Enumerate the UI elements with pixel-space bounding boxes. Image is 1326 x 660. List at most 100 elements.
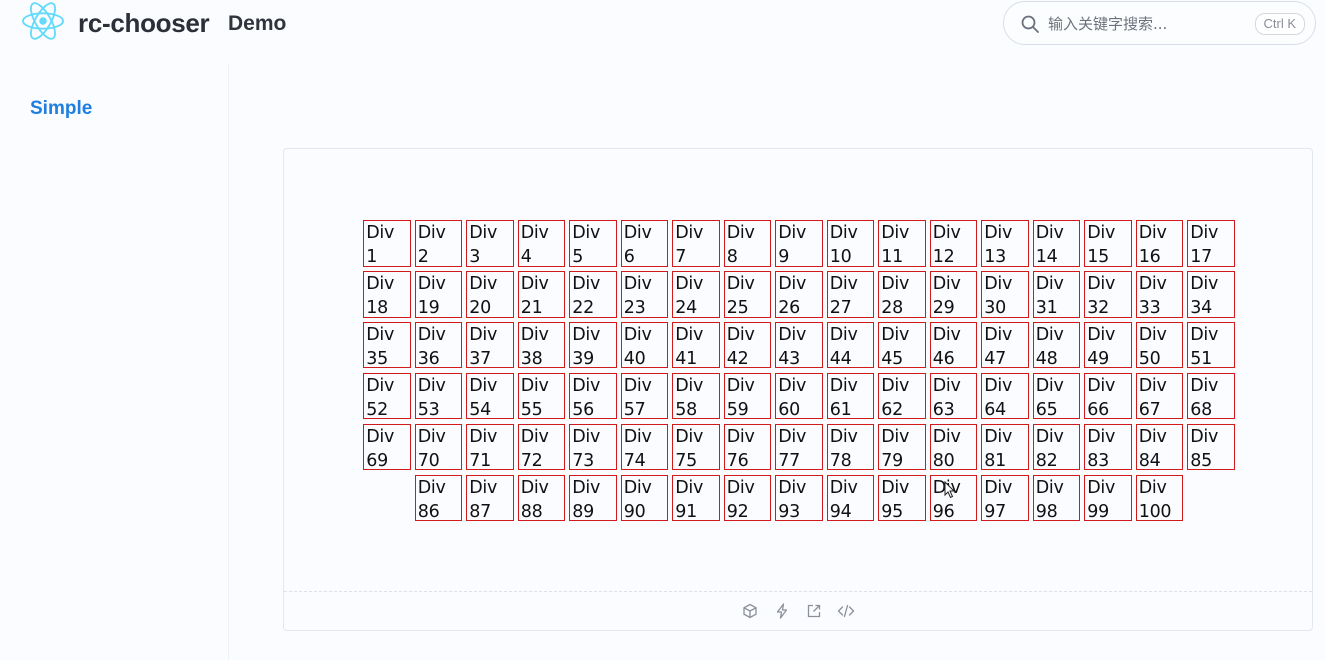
chooser-item[interactable]: Div 20 — [466, 271, 514, 318]
chooser-item[interactable]: Div 54 — [466, 372, 514, 420]
chooser-item[interactable]: Div 97 — [981, 474, 1029, 522]
chooser-item[interactable]: Div 4 — [517, 220, 566, 267]
chooser-item[interactable]: Div 44 — [826, 321, 875, 369]
chooser-item[interactable]: Div 23 — [620, 271, 669, 318]
chooser-item[interactable]: Div 17 — [1187, 220, 1235, 267]
chooser-item[interactable]: Div 37 — [466, 321, 514, 369]
chooser-item[interactable]: Div 82 — [1032, 423, 1081, 471]
chooser-item[interactable]: Div 16 — [1135, 220, 1184, 267]
chooser-item[interactable]: Div 98 — [1032, 474, 1081, 522]
nav-link-demo[interactable]: Demo — [228, 12, 286, 36]
chooser-item[interactable]: Div 14 — [1032, 220, 1081, 267]
chooser-container[interactable]: Div 1 Div 2 Div 3 Div 4 Div 5 Div 6 Div 7 Div 8… — [336, 218, 1262, 523]
chooser-item[interactable]: Div 86 — [414, 474, 463, 522]
chooser-item[interactable]: Div 73 — [569, 423, 617, 471]
chooser-item[interactable]: Div 51 — [1187, 321, 1235, 369]
search-box[interactable]: Ctrl K — [1003, 1, 1316, 45]
chooser-item[interactable]: Div 48 — [1032, 321, 1081, 369]
chooser-item[interactable]: Div 85 — [1187, 423, 1235, 471]
chooser-item[interactable]: Div 69 — [363, 423, 411, 471]
chooser-item[interactable]: Div 26 — [775, 271, 823, 318]
chooser-item[interactable]: Div 47 — [981, 321, 1029, 369]
chooser-item[interactable]: Div 91 — [672, 474, 720, 522]
chooser-item[interactable]: Div 1 — [363, 220, 411, 267]
chooser-item[interactable]: Div 66 — [1084, 372, 1132, 420]
chooser-item[interactable]: Div 75 — [672, 423, 720, 471]
chooser-item[interactable]: Div 62 — [878, 372, 926, 420]
chooser-item[interactable]: Div 57 — [620, 372, 669, 420]
chooser-item[interactable]: Div 78 — [826, 423, 875, 471]
chooser-item[interactable]: Div 76 — [723, 423, 772, 471]
chooser-item[interactable]: Div 8 — [723, 220, 772, 267]
chooser-item[interactable]: Div 95 — [878, 474, 926, 522]
chooser-item[interactable]: Div 27 — [826, 271, 875, 318]
chooser-item[interactable]: Div 72 — [517, 423, 566, 471]
chooser-item[interactable]: Div 22 — [569, 271, 617, 318]
chooser-item[interactable]: Div 21 — [517, 271, 566, 318]
chooser-item[interactable]: Div 74 — [620, 423, 669, 471]
chooser-item[interactable]: Div 5 — [569, 220, 617, 267]
chooser-item[interactable]: Div 100 — [1135, 474, 1184, 522]
site-title[interactable]: rc-chooser — [78, 8, 210, 39]
chooser-item[interactable]: Div 93 — [775, 474, 823, 522]
chooser-item[interactable]: Div 50 — [1135, 321, 1184, 369]
chooser-item[interactable]: Div 80 — [929, 423, 978, 471]
chooser-item[interactable]: Div 68 — [1187, 372, 1235, 420]
chooser-item[interactable]: Div 32 — [1084, 271, 1132, 318]
chooser-item[interactable]: Div 90 — [620, 474, 669, 522]
chooser-item[interactable]: Div 29 — [929, 271, 978, 318]
chooser-item[interactable]: Div 70 — [414, 423, 463, 471]
chooser-item[interactable]: Div 10 — [826, 220, 875, 267]
chooser-item[interactable]: Div 55 — [517, 372, 566, 420]
chooser-item[interactable]: Div 18 — [363, 271, 411, 318]
chooser-item[interactable]: Div 39 — [569, 321, 617, 369]
chooser-item[interactable]: Div 81 — [981, 423, 1029, 471]
chooser-item[interactable]: Div 58 — [672, 372, 720, 420]
chooser-item[interactable]: Div 87 — [466, 474, 514, 522]
sidebar-item-simple[interactable]: Simple — [30, 98, 92, 120]
chooser-item[interactable]: Div 11 — [878, 220, 926, 267]
chooser-item[interactable]: Div 67 — [1135, 372, 1184, 420]
chooser-item[interactable]: Div 46 — [929, 321, 978, 369]
chooser-item[interactable]: Div 3 — [466, 220, 514, 267]
chooser-item[interactable]: Div 24 — [672, 271, 720, 318]
chooser-item[interactable]: Div 61 — [826, 372, 875, 420]
chooser-item[interactable]: Div 35 — [363, 321, 411, 369]
chooser-item[interactable]: Div 15 — [1084, 220, 1132, 267]
chooser-item[interactable]: Div 33 — [1135, 271, 1184, 318]
search-input[interactable] — [1048, 10, 1238, 38]
chooser-item[interactable]: Div 30 — [981, 271, 1029, 318]
chooser-item[interactable]: Div 6 — [620, 220, 669, 267]
chooser-item[interactable]: Div 96 — [929, 474, 978, 522]
chooser-item[interactable]: Div 43 — [775, 321, 823, 369]
chooser-item[interactable]: Div 79 — [878, 423, 926, 471]
chooser-item[interactable]: Div 19 — [414, 271, 463, 318]
stackblitz-button[interactable] — [773, 602, 791, 620]
chooser-item[interactable]: Div 71 — [466, 423, 514, 471]
chooser-item[interactable]: Div 28 — [878, 271, 926, 318]
chooser-item[interactable]: Div 36 — [414, 321, 463, 369]
chooser-item[interactable]: Div 84 — [1135, 423, 1184, 471]
chooser-item[interactable]: Div 53 — [414, 372, 463, 420]
chooser-item[interactable]: Div 65 — [1032, 372, 1081, 420]
chooser-item[interactable]: Div 7 — [672, 220, 720, 267]
chooser-item[interactable]: Div 59 — [723, 372, 772, 420]
chooser-item[interactable]: Div 52 — [363, 372, 411, 420]
chooser-item[interactable]: Div 60 — [775, 372, 823, 420]
chooser-item[interactable]: Div 40 — [620, 321, 669, 369]
chooser-item[interactable]: Div 83 — [1084, 423, 1132, 471]
chooser-item[interactable]: Div 2 — [414, 220, 463, 267]
open-external-button[interactable] — [805, 602, 823, 620]
chooser-item[interactable]: Div 56 — [569, 372, 617, 420]
show-code-button[interactable] — [837, 602, 855, 620]
chooser-item[interactable]: Div 38 — [517, 321, 566, 369]
chooser-item[interactable]: Div 42 — [723, 321, 772, 369]
chooser-item[interactable]: Div 25 — [723, 271, 772, 318]
react-logo-icon[interactable] — [22, 2, 64, 40]
chooser-item[interactable]: Div 34 — [1187, 271, 1235, 318]
chooser-item[interactable]: Div 13 — [981, 220, 1029, 267]
chooser-item[interactable]: Div 9 — [775, 220, 823, 267]
chooser-item[interactable]: Div 49 — [1084, 321, 1132, 369]
chooser-item[interactable]: Div 92 — [723, 474, 772, 522]
codesandbox-button[interactable] — [741, 602, 759, 620]
